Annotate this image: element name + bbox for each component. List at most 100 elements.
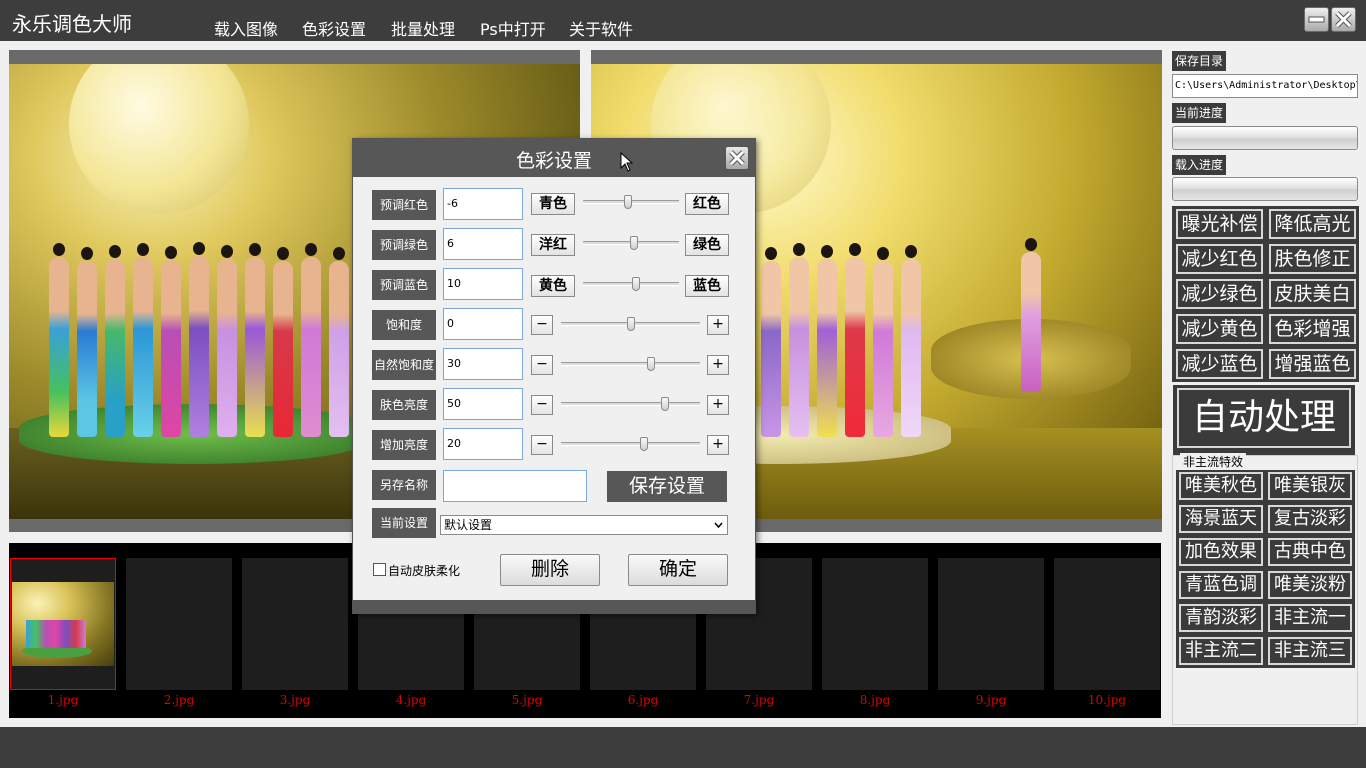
vibrance-decrease-button[interactable]: − bbox=[531, 355, 553, 375]
skin-brightness-slider-thumb[interactable] bbox=[661, 397, 670, 411]
effect-seaside-blue-button[interactable]: 海景蓝天 bbox=[1178, 504, 1264, 534]
auto-process-button[interactable]: 自动处理 bbox=[1176, 387, 1352, 449]
dialog-title: 色彩设置 bbox=[515, 150, 592, 172]
preset-green-input[interactable]: 6 bbox=[443, 228, 523, 260]
effect-cyan-pastel-button[interactable]: 青韵淡彩 bbox=[1178, 603, 1264, 633]
vibrance-label: 自然饱和度 bbox=[372, 350, 436, 380]
preset-green-label: 预调绿色 bbox=[372, 230, 436, 260]
delete-button[interactable]: 删除 bbox=[500, 554, 600, 586]
close-icon bbox=[1335, 11, 1352, 28]
magenta-button[interactable]: 洋红 bbox=[531, 234, 575, 256]
effect-alt-1-button[interactable]: 非主流一 bbox=[1267, 603, 1353, 633]
vibrance-increase-button[interactable]: + bbox=[707, 355, 729, 375]
yellow-button[interactable]: 黄色 bbox=[531, 275, 575, 297]
thumbnail-1[interactable] bbox=[10, 558, 116, 690]
skin-brightness-input[interactable]: 50 bbox=[443, 388, 523, 420]
reduce-blue-button[interactable]: 减少蓝色 bbox=[1175, 348, 1264, 380]
menu-open-in-ps[interactable]: Ps中打开 bbox=[480, 16, 546, 40]
effect-retro-pastel-button[interactable]: 复古淡彩 bbox=[1267, 504, 1353, 534]
saturation-increase-button[interactable]: + bbox=[707, 315, 729, 335]
status-bar bbox=[0, 727, 1366, 768]
chevron-down-icon bbox=[714, 522, 723, 529]
skin-brightness-slider[interactable] bbox=[561, 402, 700, 406]
auto-skin-soften-checkbox[interactable] bbox=[373, 563, 386, 576]
brightness-decrease-button[interactable]: − bbox=[531, 435, 553, 455]
blue-button[interactable]: 蓝色 bbox=[685, 275, 729, 297]
brightness-slider-thumb[interactable] bbox=[640, 437, 649, 451]
brightness-slider[interactable] bbox=[561, 442, 700, 446]
effect-cyan-blue-button[interactable]: 青蓝色调 bbox=[1178, 570, 1264, 600]
green-button[interactable]: 绿色 bbox=[685, 234, 729, 256]
vibrance-slider-thumb[interactable] bbox=[647, 357, 656, 371]
current-setting-select[interactable]: 默认设置 bbox=[440, 515, 728, 535]
menu-load-image[interactable]: 载入图像 bbox=[214, 16, 278, 40]
dialog-close-button[interactable] bbox=[725, 146, 749, 170]
title-bar bbox=[0, 0, 1366, 41]
color-enhance-button[interactable]: 色彩增强 bbox=[1268, 313, 1357, 345]
saturation-decrease-button[interactable]: − bbox=[531, 315, 553, 335]
effect-autumn-button[interactable]: 唯美秋色 bbox=[1178, 471, 1264, 501]
auto-skin-soften-label: 自动皮肤柔化 bbox=[388, 564, 461, 578]
effect-classic-mid-button[interactable]: 古典中色 bbox=[1267, 537, 1353, 567]
thumbnail-8[interactable] bbox=[822, 558, 928, 690]
current-setting-label: 当前设置 bbox=[372, 508, 436, 538]
menu-batch-process[interactable]: 批量处理 bbox=[391, 16, 455, 40]
saturation-slider-thumb[interactable] bbox=[626, 317, 635, 331]
save-dir-field[interactable]: C:\Users\Administrator\Desktop\ bbox=[1172, 74, 1358, 98]
thumbnail-2[interactable] bbox=[126, 558, 232, 690]
skin-whiten-button[interactable]: 皮肤美白 bbox=[1268, 278, 1357, 310]
current-setting-value: 默认设置 bbox=[444, 518, 493, 532]
effect-alt-2-button[interactable]: 非主流二 bbox=[1178, 636, 1264, 666]
effects-group-label: 非主流特效 bbox=[1180, 453, 1247, 470]
red-button[interactable]: 红色 bbox=[685, 193, 729, 215]
reduce-red-button[interactable]: 减少红色 bbox=[1175, 243, 1264, 275]
save-settings-button[interactable]: 保存设置 bbox=[607, 471, 727, 502]
reduce-highlight-button[interactable]: 降低高光 bbox=[1268, 208, 1357, 240]
thumbnail-label: 5.jpg bbox=[511, 693, 543, 707]
effect-silver-gray-button[interactable]: 唯美银灰 bbox=[1267, 471, 1353, 501]
effect-alt-3-button[interactable]: 非主流三 bbox=[1267, 636, 1353, 666]
effect-pale-pink-button[interactable]: 唯美淡粉 bbox=[1267, 570, 1353, 600]
thumbnail-label: 1.jpg bbox=[47, 693, 79, 707]
menu-color-settings[interactable]: 色彩设置 bbox=[302, 16, 366, 40]
skin-brightness-decrease-button[interactable]: − bbox=[531, 395, 553, 415]
vibrance-input[interactable]: 30 bbox=[443, 348, 523, 380]
preset-red-slider-thumb[interactable] bbox=[624, 195, 633, 209]
thumbnail-label: 10.jpg bbox=[1087, 693, 1127, 707]
saturation-label: 饱和度 bbox=[372, 310, 436, 340]
skin-brightness-increase-button[interactable]: + bbox=[707, 395, 729, 415]
load-progress-bar bbox=[1172, 177, 1358, 201]
close-button[interactable] bbox=[1331, 7, 1356, 32]
thumbnail-label: 9.jpg bbox=[975, 693, 1007, 707]
effect-add-color-button[interactable]: 加色效果 bbox=[1178, 537, 1264, 567]
preset-red-input[interactable]: -6 bbox=[443, 188, 523, 220]
preset-blue-label: 预调蓝色 bbox=[372, 270, 436, 300]
reduce-yellow-button[interactable]: 减少黄色 bbox=[1175, 313, 1264, 345]
thumbnail-label: 6.jpg bbox=[627, 693, 659, 707]
thumbnail-label: 7.jpg bbox=[743, 693, 775, 707]
reduce-green-button[interactable]: 减少绿色 bbox=[1175, 278, 1264, 310]
preset-blue-input[interactable]: 10 bbox=[443, 268, 523, 300]
thumbnail-label: 4.jpg bbox=[395, 693, 427, 707]
skin-tone-fix-button[interactable]: 肤色修正 bbox=[1268, 243, 1357, 275]
vibrance-slider[interactable] bbox=[561, 362, 700, 366]
thumbnail-label: 2.jpg bbox=[163, 693, 195, 707]
exposure-comp-button[interactable]: 曝光补偿 bbox=[1175, 208, 1264, 240]
save-as-input[interactable] bbox=[443, 470, 587, 502]
saturation-input[interactable]: 0 bbox=[443, 308, 523, 340]
brightness-increase-button[interactable]: + bbox=[707, 435, 729, 455]
minimize-button[interactable] bbox=[1304, 7, 1329, 32]
brightness-input[interactable]: 20 bbox=[443, 428, 523, 460]
color-settings-dialog: 色彩设置 预调红色 -6 青色 红色 预调绿色 6 洋红 绿色 预调蓝色 10 … bbox=[352, 138, 756, 614]
thumbnail-10[interactable] bbox=[1054, 558, 1160, 690]
enhance-blue-button[interactable]: 增强蓝色 bbox=[1268, 348, 1357, 380]
thumbnail-9[interactable] bbox=[938, 558, 1044, 690]
preset-green-slider-thumb[interactable] bbox=[629, 236, 638, 250]
ok-button[interactable]: 确定 bbox=[628, 554, 728, 586]
preset-blue-slider-thumb[interactable] bbox=[631, 277, 640, 291]
app-title: 永乐调色大师 bbox=[12, 12, 132, 36]
menu-about[interactable]: 关于软件 bbox=[569, 16, 633, 40]
current-progress-label: 当前进度 bbox=[1172, 103, 1227, 123]
thumbnail-3[interactable] bbox=[242, 558, 348, 690]
cyan-button[interactable]: 青色 bbox=[531, 193, 575, 215]
